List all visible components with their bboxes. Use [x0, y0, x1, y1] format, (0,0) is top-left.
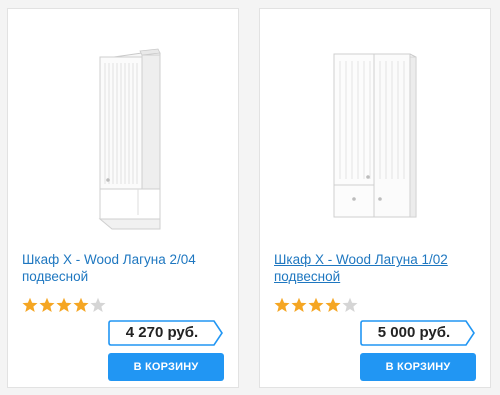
- star-filled-icon: [73, 297, 89, 312]
- star-filled-icon: [291, 297, 307, 312]
- product-image[interactable]: [8, 39, 238, 239]
- star-filled-icon: [325, 297, 341, 312]
- rating-stars: [274, 297, 358, 313]
- add-to-cart-button[interactable]: В КОРЗИНУ: [108, 353, 224, 381]
- price-tag: 5 000 руб.: [360, 320, 476, 346]
- star-filled-icon: [274, 297, 290, 312]
- price-tag: 4 270 руб.: [108, 320, 224, 346]
- star-filled-icon: [56, 297, 72, 312]
- product-image[interactable]: [260, 39, 490, 239]
- rating-stars: [22, 297, 106, 313]
- product-card: Шкаф X - Wood Лагуна 1/02 подвесной 5 00…: [259, 8, 491, 388]
- star-filled-icon: [22, 297, 38, 312]
- product-card: Шкаф X - Wood Лагуна 2/04 подвесной 4 27…: [7, 8, 239, 388]
- star-filled-icon: [39, 297, 55, 312]
- star-empty-icon: [90, 297, 106, 312]
- product-title-link[interactable]: Шкаф X - Wood Лагуна 1/02 подвесной: [274, 251, 479, 285]
- add-to-cart-button[interactable]: В КОРЗИНУ: [360, 353, 476, 381]
- price-value: 5 000 руб.: [377, 324, 451, 341]
- star-filled-icon: [308, 297, 324, 312]
- star-empty-icon: [342, 297, 358, 312]
- price-value: 4 270 руб.: [125, 324, 199, 341]
- product-title-link[interactable]: Шкаф X - Wood Лагуна 2/04 подвесной: [22, 251, 227, 285]
